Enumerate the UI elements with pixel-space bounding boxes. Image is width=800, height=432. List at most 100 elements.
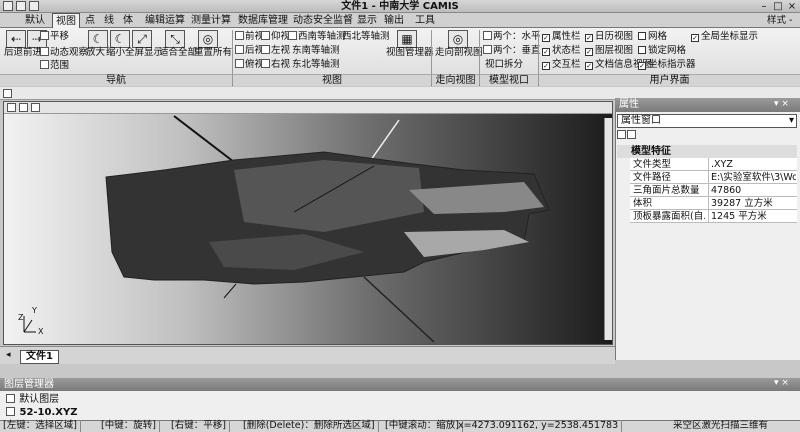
menu-edit-ops[interactable]: 编辑运算 [142,13,188,28]
toggle-global-coords[interactable]: ✓ 全局坐标显示 [691,31,758,42]
layer-icon [6,407,15,416]
view-manager-icon[interactable]: ▦ [397,30,417,48]
laser-ray [173,115,235,163]
viewport-split-button[interactable]: 视口拆分 [485,59,523,70]
close-icon[interactable]: × [786,1,798,12]
checkbox-icon: ✓ [542,34,550,42]
fit-all-button[interactable]: 适合全部 [159,47,197,58]
viewport-scrollbar[interactable] [604,118,612,340]
properties-selector[interactable]: 属性窗口 ▾ [617,114,797,128]
front-view-button[interactable]: 前视 [235,31,264,42]
pan-icon [40,31,49,40]
view-manager-button[interactable]: 视图管理器 [386,47,434,58]
menu-line[interactable]: 线 [101,13,117,28]
property-value: .XYZ [708,158,796,171]
properties-title: 属性 [615,98,800,112]
split-vertical-button[interactable]: 两个：垂直 [483,45,541,56]
direction-group-label: 走向视图 [432,74,479,86]
menu-point[interactable]: 点 [82,13,98,28]
pan-button[interactable]: 平移 [40,31,69,42]
property-row[interactable]: 文件路径 E:\实验室软件\3\Wo... [630,171,797,184]
toggle-interact[interactable]: ✓ 交互栏 [542,59,581,70]
back-view-button[interactable]: 后视 [235,45,264,56]
bottom-view-button[interactable]: 俯视 [235,59,264,70]
toggle-properties[interactable]: ✓ 属性栏 [542,31,581,42]
menu-measure[interactable]: 测量计算 [188,13,234,28]
fullscreen-icon[interactable]: ⤢ [132,30,152,48]
redraw-all-button[interactable]: 重置所有 [194,47,232,58]
top-view-button[interactable]: 仰视 [261,31,290,42]
property-row[interactable]: 顶板暴露面积(自... 1245 平方米 [630,210,797,223]
tab-file1[interactable]: 文件1 [20,350,59,364]
menu-default[interactable]: 默认 [22,13,48,28]
property-key: 三角面片总数量 [633,185,700,196]
menu-view[interactable]: 视图 [52,13,80,28]
menu-output[interactable]: 输出 [381,13,407,28]
zoom-out-icon[interactable]: ☾ [110,30,130,48]
toggle-layers[interactable]: ✓ 图层视图 [585,45,633,56]
orbit-icon [40,47,49,56]
split-horizontal-button[interactable]: 两个：水平 [483,31,541,42]
status-doc-info: 采空区激光扫描三维有 [673,420,769,431]
style-dropdown[interactable]: 样式 - [764,13,795,28]
range-button[interactable]: 范围 [40,60,69,71]
fit-all-icon[interactable]: ⤡ [165,30,185,48]
left-view-button[interactable]: 左视 [261,45,290,56]
top-view-icon [261,31,270,40]
menu-tools[interactable]: 工具 [412,13,438,28]
categorized-icon[interactable] [617,130,626,139]
minimize-icon[interactable]: – [758,1,770,12]
left-view-icon [261,45,270,54]
view-group-label: 视图 [233,74,431,86]
tab-scroll-icon[interactable]: ◂ [6,350,11,360]
strike-section-button[interactable]: 走向剖视图 [435,47,483,58]
property-row[interactable]: 三角面片总数量 47860 [630,184,797,197]
category-header[interactable]: 模型特征 [617,145,797,158]
zoom-in-button[interactable]: 放大 [86,47,105,58]
doc-menu-icon[interactable] [3,89,12,98]
property-value: 1245 平方米 [708,210,796,223]
back-button[interactable]: 后退 [4,47,23,58]
zoom-out-button[interactable]: 缩小 [106,47,125,58]
toggle-coord-indicator[interactable]: ✓ 坐标指示器 [638,59,696,70]
split-h-icon [483,31,492,40]
window-title: 文件1 - 中南大学 CAMIS [341,1,459,12]
pin-icon[interactable]: ▾ × [774,99,789,109]
back-icon[interactable]: ⇠ [6,30,26,48]
nw-iso-button[interactable]: 西北等轴测 [342,31,390,42]
checkbox-icon: ✓ [691,34,699,42]
property-row[interactable]: 体积 39287 立方米 [630,197,797,210]
layer-item[interactable]: 52-10.XYZ [6,407,77,419]
alphabetical-icon[interactable] [627,130,636,139]
status-scroll: [中键滚动：缩放] [382,420,463,432]
3d-viewport[interactable]: Y X Z [3,101,613,345]
section-view-icon[interactable]: ◎ [448,30,468,48]
property-row[interactable]: 文件类型 .XYZ [630,158,797,171]
tab-label: 文件1 [26,351,53,362]
menu-solid[interactable]: 体 [120,13,136,28]
se-iso-button[interactable]: 东南等轴测 [292,45,340,56]
dynamic-orbit-button[interactable]: 动态观察 [40,47,88,58]
axis-z-label: Z [18,313,24,322]
sw-iso-button[interactable]: 西南等轴测 [288,31,346,42]
redraw-icon[interactable]: ◎ [198,30,218,48]
ne-iso-button[interactable]: 东北等轴测 [292,59,340,70]
pin-icon[interactable]: ▾ × [774,378,789,388]
zoom-in-icon[interactable]: ☾ [88,30,108,48]
right-view-button[interactable]: 右视 [261,59,290,70]
toggle-grid[interactable]: 网格 [638,31,667,42]
menu-display[interactable]: 显示 [354,13,380,28]
fullscreen-button[interactable]: 全屏显示 [125,47,163,58]
document-tab-bar [0,346,615,364]
toggle-calendar[interactable]: ✓ 日历视图 [585,31,633,42]
toggle-lock-grid[interactable]: 锁定网格 [638,45,686,56]
checkbox-icon [638,46,646,54]
checkbox-icon: ✓ [542,48,550,56]
menu-database[interactable]: 数据库管理 [235,13,291,28]
toggle-statusbar[interactable]: ✓ 状态栏 [542,45,581,56]
property-key: 顶板暴露面积(自... [633,211,705,222]
checkbox-icon [638,32,646,40]
layer-item[interactable]: 默认图层 [6,394,59,406]
menu-safety-monitor[interactable]: 动态安全监督 [290,13,356,28]
maximize-icon[interactable]: □ [772,1,784,12]
